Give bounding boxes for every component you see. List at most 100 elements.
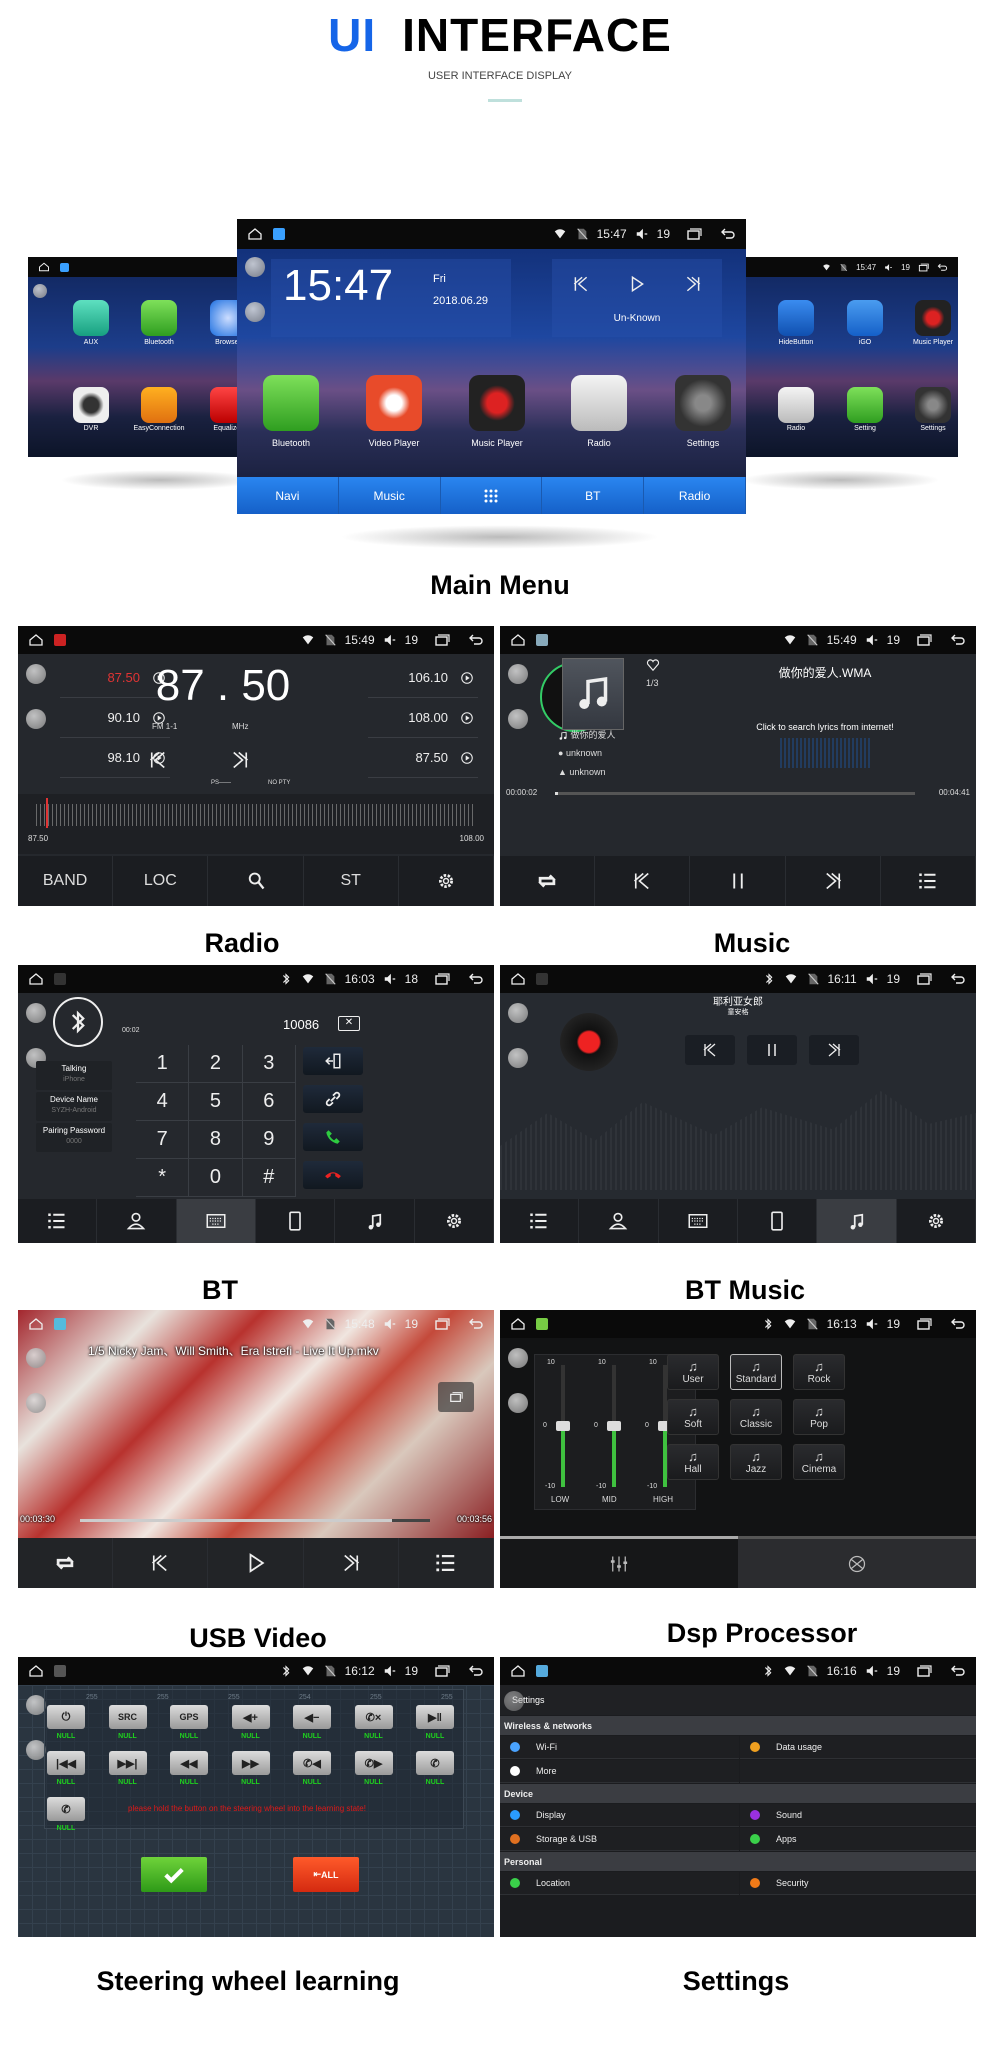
next-icon[interactable]	[823, 871, 843, 891]
keypad-icon[interactable]	[206, 1211, 226, 1231]
backspace-button[interactable]: ✕	[338, 1016, 360, 1031]
dial-key[interactable]: 3	[242, 1045, 296, 1083]
floating-button[interactable]	[508, 1393, 528, 1413]
tuner-needle[interactable]	[46, 798, 48, 828]
search-icon[interactable]	[246, 871, 266, 891]
dial-key[interactable]: 6	[242, 1083, 296, 1121]
phone-icon[interactable]	[324, 1128, 342, 1146]
recent-icon[interactable]	[686, 226, 702, 242]
floating-button[interactable]	[245, 257, 265, 277]
back-icon[interactable]	[468, 971, 484, 987]
prev-icon[interactable]	[632, 871, 652, 891]
connect-button[interactable]	[303, 1085, 363, 1113]
recent-icon[interactable]	[916, 1316, 932, 1332]
floating-button[interactable]	[33, 284, 47, 298]
dial-key[interactable]: #	[242, 1159, 296, 1197]
gear-icon[interactable]	[926, 1211, 946, 1231]
recent-icon[interactable]	[916, 1663, 932, 1679]
home-icon[interactable]	[247, 226, 263, 242]
list-icon[interactable]	[47, 1211, 67, 1231]
vol-icon[interactable]	[383, 633, 397, 647]
next-icon[interactable]	[230, 750, 250, 770]
pause-icon[interactable]	[764, 1042, 780, 1058]
btnote-icon[interactable]	[846, 1211, 866, 1231]
vol-icon[interactable]	[635, 227, 649, 241]
tab-keypad[interactable]	[659, 1199, 738, 1243]
dock-item[interactable]: Music	[339, 477, 441, 514]
repeat-icon[interactable]	[54, 1552, 76, 1574]
preset-hall[interactable]: ♫ Hall	[667, 1444, 719, 1480]
dial-key[interactable]: 8	[189, 1121, 243, 1159]
back-icon[interactable]	[950, 1663, 966, 1679]
link-icon[interactable]	[324, 1090, 342, 1108]
seek-bar[interactable]	[555, 792, 915, 795]
back-icon[interactable]	[950, 1316, 966, 1332]
preset-pop[interactable]: ♫ Pop	[793, 1399, 845, 1435]
floating-button[interactable]	[26, 1695, 46, 1715]
dock-item[interactable]: Radio	[644, 477, 746, 514]
settings-item[interactable]: Location	[500, 1872, 739, 1895]
preset-button[interactable]: 87.50	[368, 738, 478, 778]
floating-button[interactable]	[26, 1003, 46, 1023]
home-icon[interactable]	[510, 1316, 526, 1332]
floating-button[interactable]	[26, 1348, 46, 1368]
mobile-icon[interactable]	[285, 1211, 305, 1231]
tab-btnote[interactable]	[817, 1199, 897, 1243]
vol-icon[interactable]	[865, 972, 879, 986]
vol-icon[interactable]	[884, 263, 893, 272]
playc-icon[interactable]	[460, 671, 474, 685]
playlist-button[interactable]	[881, 856, 976, 906]
home-icon[interactable]	[28, 1663, 44, 1679]
heart-icon[interactable]	[646, 658, 660, 672]
transfer-audio-button[interactable]	[303, 1047, 363, 1075]
floating-button[interactable]	[26, 709, 46, 729]
settings-item[interactable]: More	[500, 1760, 739, 1783]
keypad-icon[interactable]	[688, 1211, 708, 1231]
app-icon[interactable]	[847, 387, 883, 423]
dial-key[interactable]: 4	[136, 1083, 190, 1121]
home-icon[interactable]	[510, 632, 526, 648]
list-icon[interactable]	[918, 871, 938, 891]
home-icon[interactable]	[28, 1316, 44, 1332]
steering-key-button[interactable]: ✆▶	[354, 1751, 393, 1775]
settings-item[interactable]: Display	[500, 1804, 739, 1827]
settings-item[interactable]: Sound	[740, 1804, 976, 1827]
next-button[interactable]	[304, 1538, 399, 1588]
confirm-button[interactable]	[141, 1857, 207, 1892]
loc-button[interactable]: LOC	[113, 856, 209, 906]
app-bluetooth-icon[interactable]	[263, 375, 319, 431]
next-button[interactable]	[786, 856, 881, 906]
gear-icon[interactable]	[444, 1211, 464, 1231]
steering-key-button[interactable]: GPS	[170, 1705, 208, 1729]
pause-button[interactable]	[690, 856, 786, 906]
preset-user[interactable]: ♫ User	[667, 1354, 719, 1390]
steering-key-button[interactable]: SRC	[108, 1705, 147, 1729]
steering-key-button[interactable]: ▶‖	[416, 1705, 454, 1729]
tuner-scale[interactable]: 87.50 108.00	[18, 794, 494, 854]
dial-key[interactable]: 7	[136, 1121, 190, 1159]
back-icon[interactable]	[468, 632, 484, 648]
pause-icon[interactable]	[728, 871, 748, 891]
back-icon[interactable]	[468, 1663, 484, 1679]
dial-key[interactable]: 9	[242, 1121, 296, 1159]
surround-icon[interactable]	[847, 1554, 867, 1574]
dial-key[interactable]: 0	[189, 1159, 243, 1197]
app-icon[interactable]	[915, 387, 951, 423]
dock-item[interactable]	[441, 477, 543, 514]
settings-button[interactable]	[399, 856, 494, 906]
playlist-button[interactable]	[399, 1538, 494, 1588]
back-icon[interactable]	[950, 971, 966, 987]
playc-icon[interactable]	[460, 711, 474, 725]
recent-icon[interactable]	[434, 1663, 450, 1679]
app-icon[interactable]	[915, 300, 951, 336]
app-icon[interactable]	[778, 300, 814, 336]
floating-button[interactable]	[504, 1691, 524, 1711]
tab-btnote[interactable]	[335, 1199, 415, 1243]
next-button[interactable]	[809, 1035, 859, 1065]
floating-button[interactable]	[508, 709, 528, 729]
settings-item[interactable]: Wi-Fi	[500, 1736, 739, 1759]
settings-item[interactable]: Data usage	[740, 1736, 976, 1759]
app-icon[interactable]	[73, 387, 109, 423]
floating-button[interactable]	[26, 664, 46, 684]
sliders-icon[interactable]	[609, 1554, 629, 1574]
